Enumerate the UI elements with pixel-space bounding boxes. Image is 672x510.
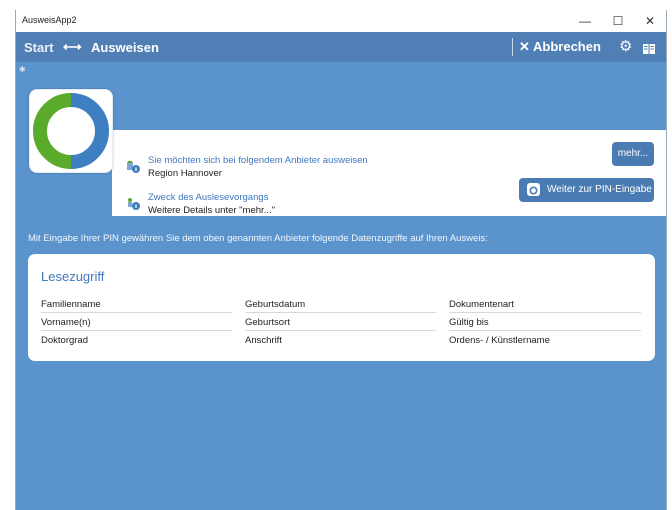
field-birth-place: Geburtsort: [245, 317, 290, 328]
row-divider: [41, 330, 232, 331]
provider-name: Region Hannover: [148, 168, 222, 179]
more-button[interactable]: mehr...: [612, 142, 654, 166]
field-document-type: Dokumentenart: [449, 299, 514, 310]
close-button[interactable]: ✕: [635, 10, 665, 32]
breadcrumb-current: Ausweisen: [91, 40, 159, 55]
pin-entry-label: Weiter zur PIN-Eingabe: [547, 184, 652, 195]
maximize-button[interactable]: ☐: [603, 10, 633, 32]
row-divider: [449, 330, 641, 331]
field-birth-date: Geburtsdatum: [245, 299, 306, 310]
window-title: AusweisApp2: [22, 15, 77, 25]
help-book-icon[interactable]: [643, 41, 655, 54]
cancel-button[interactable]: ✕ Abbrechen: [519, 39, 601, 55]
field-valid-until: Gültig bis: [449, 317, 489, 328]
purpose-value: Weitere Details unter "mehr...": [148, 205, 275, 216]
field-given-names: Vorname(n): [41, 317, 91, 328]
field-doctoral-degree: Doktorgrad: [41, 335, 88, 346]
status-dot-icon: ✱: [19, 65, 26, 74]
row-divider: [245, 312, 436, 313]
permission-notice: Mit Eingabe Ihrer PIN gewähren Sie dem o…: [28, 233, 488, 244]
pin-entry-button[interactable]: Weiter zur PIN-Eingabe: [519, 178, 654, 202]
row-divider: [41, 312, 232, 313]
row-divider: [245, 330, 436, 331]
id-card-icon: [527, 183, 540, 196]
purpose-info-icon: [127, 197, 140, 210]
read-access-title: Lesezugriff: [41, 269, 105, 284]
breadcrumb-start[interactable]: Start: [24, 40, 54, 55]
app-window: AusweisApp2 — ☐ ✕ Start ⟷ Ausweisen ✕ Ab…: [15, 10, 667, 510]
field-religious-artistic-name: Ordens- / Künstlername: [449, 335, 550, 346]
provider-info-title: Sie möchten sich bei folgendem Anbieter …: [148, 155, 368, 166]
title-bar: AusweisApp2 — ☐ ✕: [16, 10, 666, 32]
field-address: Anschrift: [245, 335, 282, 346]
provider-panel: Sie möchten sich bei folgendem Anbieter …: [112, 130, 666, 216]
navigation-bar: Start ⟷ Ausweisen ✕ Abbrechen ⚙: [16, 32, 666, 62]
row-divider: [449, 312, 641, 313]
read-access-card: Lesezugriff Familienname Geburtsdatum Do…: [28, 254, 655, 361]
minimize-button[interactable]: —: [570, 10, 600, 32]
provider-info-icon: [127, 160, 140, 173]
app-logo: [29, 89, 113, 173]
gear-icon[interactable]: ⚙: [619, 37, 632, 55]
navbar-divider: [512, 38, 513, 56]
field-family-name: Familienname: [41, 299, 101, 310]
breadcrumb-arrow-icon: ⟷: [63, 39, 82, 54]
purpose-title: Zweck des Auslesevorgangs: [148, 192, 269, 203]
